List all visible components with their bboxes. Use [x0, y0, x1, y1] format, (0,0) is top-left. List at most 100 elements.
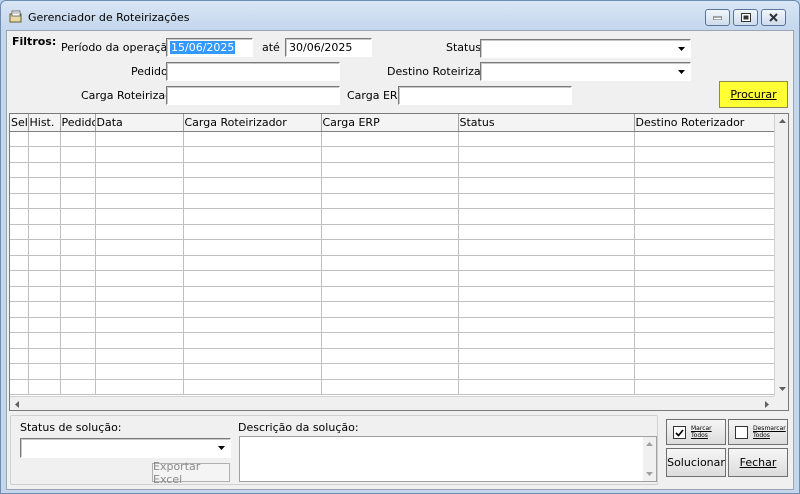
- table-row[interactable]: [10, 332, 777, 349]
- table-cell[interactable]: [10, 255, 29, 271]
- table-cell[interactable]: [95, 131, 184, 147]
- table-row[interactable]: [10, 379, 777, 395]
- table-cell[interactable]: [183, 255, 322, 271]
- table-cell[interactable]: [458, 239, 635, 256]
- table-cell[interactable]: [10, 239, 29, 256]
- table-cell[interactable]: [458, 363, 635, 380]
- table-cell[interactable]: [28, 255, 61, 271]
- table-cell[interactable]: [634, 363, 777, 380]
- table-cell[interactable]: [321, 131, 459, 147]
- table-cell[interactable]: [10, 224, 29, 240]
- table-cell[interactable]: [10, 286, 29, 302]
- table-cell[interactable]: [10, 208, 29, 225]
- column-header-sel[interactable]: Sel.: [10, 114, 29, 132]
- table-row[interactable]: [10, 177, 777, 194]
- column-header-hist[interactable]: Hist.: [28, 114, 61, 132]
- table-cell[interactable]: [60, 131, 96, 147]
- table-cell[interactable]: [10, 146, 29, 163]
- table-cell[interactable]: [458, 146, 635, 163]
- table-row[interactable]: [10, 146, 777, 163]
- table-cell[interactable]: [60, 363, 96, 380]
- table-cell[interactable]: [634, 317, 777, 333]
- table-cell[interactable]: [95, 270, 184, 287]
- table-cell[interactable]: [95, 317, 184, 333]
- destino-filter-select[interactable]: [480, 62, 691, 81]
- search-button[interactable]: Procurar: [719, 81, 788, 108]
- unmark-all-button[interactable]: Desmarcar Todos: [728, 419, 788, 445]
- table-cell[interactable]: [95, 301, 184, 318]
- table-cell[interactable]: [634, 286, 777, 302]
- period-to-input[interactable]: 30/06/2025: [285, 38, 372, 57]
- table-cell[interactable]: [60, 162, 96, 178]
- table-cell[interactable]: [28, 131, 61, 147]
- pedido-input[interactable]: [166, 62, 340, 81]
- table-cell[interactable]: [634, 131, 777, 147]
- table-cell[interactable]: [458, 255, 635, 271]
- solution-status-select[interactable]: [20, 438, 231, 458]
- table-cell[interactable]: [634, 255, 777, 271]
- table-cell[interactable]: [60, 255, 96, 271]
- table-cell[interactable]: [10, 317, 29, 333]
- table-cell[interactable]: [458, 162, 635, 178]
- table-cell[interactable]: [95, 162, 184, 178]
- table-cell[interactable]: [10, 332, 29, 349]
- carga-roteirizador-input[interactable]: [166, 86, 340, 105]
- table-cell[interactable]: [183, 131, 322, 147]
- table-cell[interactable]: [183, 146, 322, 163]
- column-header-pedidos[interactable]: Pedidos: [60, 114, 96, 132]
- table-cell[interactable]: [28, 270, 61, 287]
- carga-erp-input[interactable]: [398, 86, 572, 105]
- table-cell[interactable]: [95, 146, 184, 163]
- unmark-all-checkbox[interactable]: [735, 426, 748, 439]
- table-cell[interactable]: [321, 146, 459, 163]
- close-button[interactable]: Fechar: [728, 448, 788, 477]
- table-cell[interactable]: [634, 162, 777, 178]
- table-cell[interactable]: [321, 239, 459, 256]
- table-cell[interactable]: [183, 332, 322, 349]
- table-cell[interactable]: [28, 301, 61, 318]
- minimize-button[interactable]: [705, 9, 730, 26]
- table-cell[interactable]: [183, 363, 322, 380]
- table-cell[interactable]: [95, 255, 184, 271]
- table-cell[interactable]: [458, 208, 635, 225]
- table-cell[interactable]: [634, 224, 777, 240]
- column-header-status[interactable]: Status: [458, 114, 635, 132]
- table-cell[interactable]: [60, 301, 96, 318]
- table-cell[interactable]: [458, 301, 635, 318]
- table-cell[interactable]: [321, 177, 459, 194]
- export-excel-button[interactable]: Exportar Excel: [152, 460, 230, 486]
- title-bar[interactable]: Gerenciador de Roteirizações: [1, 1, 799, 31]
- table-cell[interactable]: [28, 224, 61, 240]
- table-cell[interactable]: [60, 193, 96, 209]
- table-cell[interactable]: [60, 224, 96, 240]
- table-row[interactable]: [10, 162, 777, 178]
- table-cell[interactable]: [183, 208, 322, 225]
- table-cell[interactable]: [321, 270, 459, 287]
- table-cell[interactable]: [321, 286, 459, 302]
- table-row[interactable]: [10, 224, 777, 240]
- column-header-carga-erp[interactable]: Carga ERP: [321, 114, 459, 132]
- table-cell[interactable]: [60, 146, 96, 163]
- table-cell[interactable]: [634, 270, 777, 287]
- table-cell[interactable]: [10, 270, 29, 287]
- period-from-input[interactable]: 15/06/2025: [166, 38, 253, 57]
- table-cell[interactable]: [321, 301, 459, 318]
- table-cell[interactable]: [60, 239, 96, 256]
- table-cell[interactable]: [634, 193, 777, 209]
- table-cell[interactable]: [60, 348, 96, 364]
- table-cell[interactable]: [60, 208, 96, 225]
- table-cell[interactable]: [183, 239, 322, 256]
- table-row[interactable]: [10, 255, 777, 271]
- destino-filter-dropdown-button[interactable]: [674, 64, 689, 79]
- table-row[interactable]: [10, 131, 777, 147]
- close-window-button[interactable]: [761, 9, 786, 26]
- maximize-button[interactable]: [733, 9, 758, 26]
- table-row[interactable]: [10, 193, 777, 209]
- table-cell[interactable]: [60, 286, 96, 302]
- table-cell[interactable]: [458, 177, 635, 194]
- table-cell[interactable]: [458, 270, 635, 287]
- grid-horizontal-scrollbar[interactable]: [10, 396, 774, 410]
- table-cell[interactable]: [28, 348, 61, 364]
- table-cell[interactable]: [95, 208, 184, 225]
- mark-all-checkbox[interactable]: [673, 426, 686, 439]
